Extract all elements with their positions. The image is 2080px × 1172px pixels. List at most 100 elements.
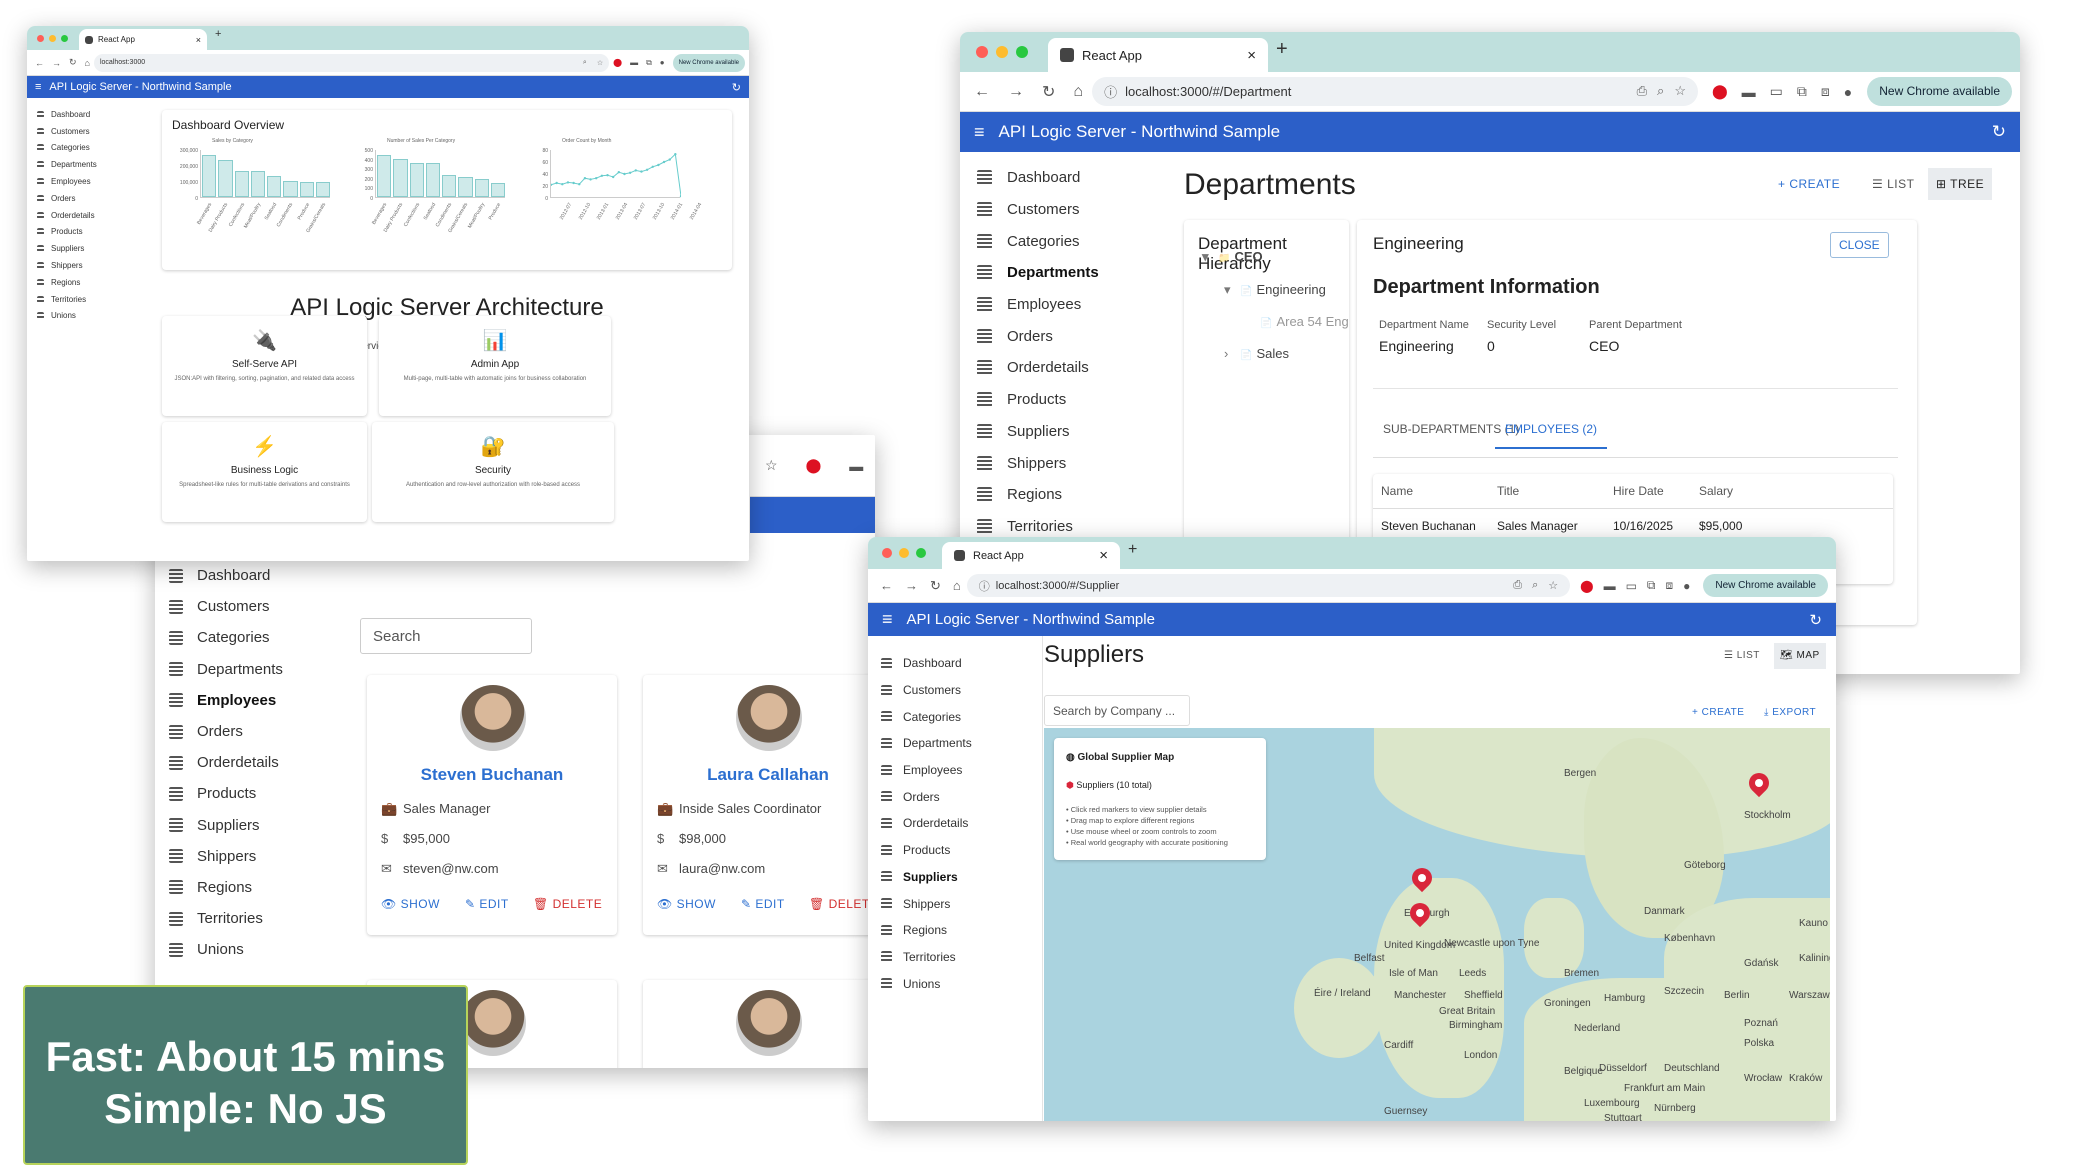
home-icon[interactable]: ⌂ [85, 58, 90, 68]
sidebar-item-departments[interactable]: Departments [881, 730, 972, 757]
ext-icon[interactable]: ▬ [630, 58, 638, 67]
home-icon[interactable]: ⌂ [1073, 83, 1083, 101]
export-button[interactable]: ⤓ EXPORT [1764, 707, 1816, 718]
star-icon[interactable]: ☆ [1548, 579, 1558, 592]
tab-employees[interactable]: EMPLOYEES (2) [1495, 422, 1608, 449]
sidebar-item-suppliers[interactable]: Suppliers [881, 864, 972, 891]
company-search-input[interactable]: Search by Company ... [1044, 695, 1190, 726]
sidebar-item-categories[interactable]: Categories [169, 622, 283, 653]
ext-icon[interactable]: ▬ [849, 458, 863, 474]
sidebar-item-employees[interactable]: Employees [169, 685, 283, 716]
sidebar-item-orderdetails[interactable]: Orderdetails [881, 810, 972, 837]
sidebar-item-dashboard[interactable]: Dashboard [169, 560, 283, 591]
list-view-button[interactable]: ☰ LIST [1724, 650, 1760, 661]
profile-icon[interactable]: ● [1683, 579, 1690, 593]
opera-icon[interactable]: ⬤ [1712, 83, 1728, 100]
edit-button[interactable]: ✎ EDIT [741, 897, 785, 911]
sidebar-item-orders[interactable]: Orders [37, 190, 97, 207]
sidebar-item-shippers[interactable]: Shippers [169, 841, 283, 872]
sidebar-item-territories[interactable]: Territories [169, 903, 283, 934]
sidebar-item-unions[interactable]: Unions [37, 308, 97, 325]
forward-icon[interactable]: → [1008, 83, 1024, 101]
refresh-icon[interactable]: ↻ [1809, 611, 1822, 629]
sidebar-item-orderdetails[interactable]: Orderdetails [169, 747, 283, 778]
sidebar-item-orders[interactable]: Orders [977, 320, 1099, 352]
sidebar-item-departments[interactable]: Departments [37, 156, 97, 173]
reload-icon[interactable]: ↻ [69, 57, 77, 68]
opera-icon[interactable]: ⬤ [613, 58, 622, 67]
reload-icon[interactable]: ↻ [1042, 82, 1055, 102]
supplier-map[interactable]: BergenStockholmGöteborgDanmarkKøbenhavnE… [1044, 728, 1830, 1121]
column-header[interactable]: Name [1381, 484, 1413, 498]
cast-icon[interactable]: ⧈ [1666, 578, 1674, 593]
new-chrome-button[interactable]: New Chrome available [1703, 573, 1828, 598]
sidebar-item-suppliers[interactable]: Suppliers [977, 416, 1099, 448]
install-icon[interactable]: ⎙ [1513, 579, 1522, 592]
sidebar-item-categories[interactable]: Categories [37, 140, 97, 157]
sidebar-item-dashboard[interactable]: Dashboard [977, 162, 1099, 194]
tree-node[interactable]: › 📄 Sales [1224, 346, 1289, 361]
opera-icon[interactable]: ⬤ [1580, 579, 1593, 593]
url-field[interactable]: localhost:3000 ⌕ ☆ [93, 53, 610, 72]
url-field[interactable]: ⓘ localhost:3000/#/Supplier ⎙ ⌕ ☆ [966, 573, 1571, 598]
save-icon[interactable]: ▭ [1626, 579, 1637, 593]
sidebar-item-territories[interactable]: Territories [881, 944, 972, 971]
url-field[interactable]: ⓘ localhost:3000/#/Department ⎙ ⌕ ☆ [1092, 77, 1698, 106]
refresh-icon[interactable]: ↻ [1992, 122, 2006, 142]
ext-icon[interactable]: ▬ [1742, 84, 1756, 100]
new-tab-icon[interactable]: + [1276, 38, 1288, 61]
delete-button[interactable]: 🗑 DELETE [809, 897, 875, 911]
expand-icon[interactable]: ▾ [1224, 282, 1240, 298]
sidebar-item-suppliers[interactable]: Suppliers [37, 240, 97, 257]
back-icon[interactable]: ← [974, 83, 990, 101]
reload-icon[interactable]: ↻ [930, 578, 941, 594]
sidebar-item-orders[interactable]: Orders [169, 716, 283, 747]
show-button[interactable]: 👁 SHOW [381, 897, 440, 911]
employee-name[interactable]: Steven Buchanan [367, 765, 617, 785]
sidebar-item-orders[interactable]: Orders [881, 783, 972, 810]
sidebar-item-dashboard[interactable]: Dashboard [37, 106, 97, 123]
puzzle-icon[interactable]: ⧉ [1647, 578, 1656, 593]
search-input[interactable]: Search [360, 618, 532, 654]
edit-button[interactable]: ✎ EDIT [465, 897, 509, 911]
browser-tab[interactable]: React App × [79, 29, 207, 50]
list-view-button[interactable]: ☰ LIST [1872, 177, 1914, 191]
menu-icon[interactable]: ≡ [882, 609, 893, 630]
sidebar-item-regions[interactable]: Regions [881, 917, 972, 944]
column-header[interactable]: Hire Date [1613, 484, 1664, 498]
back-icon[interactable]: ← [35, 58, 44, 68]
expand-icon[interactable]: ▾ [1202, 249, 1218, 265]
sidebar-item-products[interactable]: Products [37, 224, 97, 241]
sidebar-item-categories[interactable]: Categories [977, 225, 1099, 257]
puzzle-icon[interactable]: ⧉ [1797, 83, 1807, 100]
create-button[interactable]: + CREATE [1692, 707, 1744, 718]
install-icon[interactable]: ⎙ [1637, 83, 1647, 99]
browser-tab[interactable]: React App × [942, 542, 1120, 569]
sidebar-item-regions[interactable]: Regions [37, 274, 97, 291]
browser-tab[interactable]: React App × [1048, 38, 1268, 72]
ext-icon[interactable]: ▬ [1604, 579, 1616, 593]
menu-icon[interactable]: ≡ [35, 81, 41, 93]
sidebar-item-dashboard[interactable]: Dashboard [881, 650, 972, 677]
column-header[interactable]: Salary [1699, 484, 1733, 498]
opera-icon[interactable]: ⬤ [806, 457, 822, 474]
map-view-button[interactable]: 🗺 MAP [1774, 643, 1826, 669]
tree-node[interactable]: ▾ 📁 CEO [1202, 249, 1263, 265]
zoom-icon[interactable]: ⌕ [1657, 83, 1664, 99]
sidebar-item-employees[interactable]: Employees [37, 173, 97, 190]
menu-icon[interactable]: ≡ [974, 122, 985, 143]
sidebar-item-customers[interactable]: Customers [37, 123, 97, 140]
forward-icon[interactable]: → [52, 58, 61, 68]
sidebar-item-orderdetails[interactable]: Orderdetails [977, 352, 1099, 384]
close-tab-icon[interactable]: × [1247, 47, 1256, 64]
employee-name[interactable]: Laura Callahan [643, 765, 875, 785]
column-header[interactable]: Title [1497, 484, 1519, 498]
profile-icon[interactable]: ● [660, 58, 665, 67]
puzzle-icon[interactable]: ⧉ [646, 58, 652, 68]
save-icon[interactable]: ▭ [1770, 83, 1783, 100]
back-icon[interactable]: ← [880, 578, 893, 593]
star-icon[interactable]: ☆ [597, 59, 603, 67]
close-tab-icon[interactable]: × [1099, 547, 1108, 564]
home-icon[interactable]: ⌂ [953, 578, 961, 593]
forward-icon[interactable]: → [905, 578, 918, 593]
